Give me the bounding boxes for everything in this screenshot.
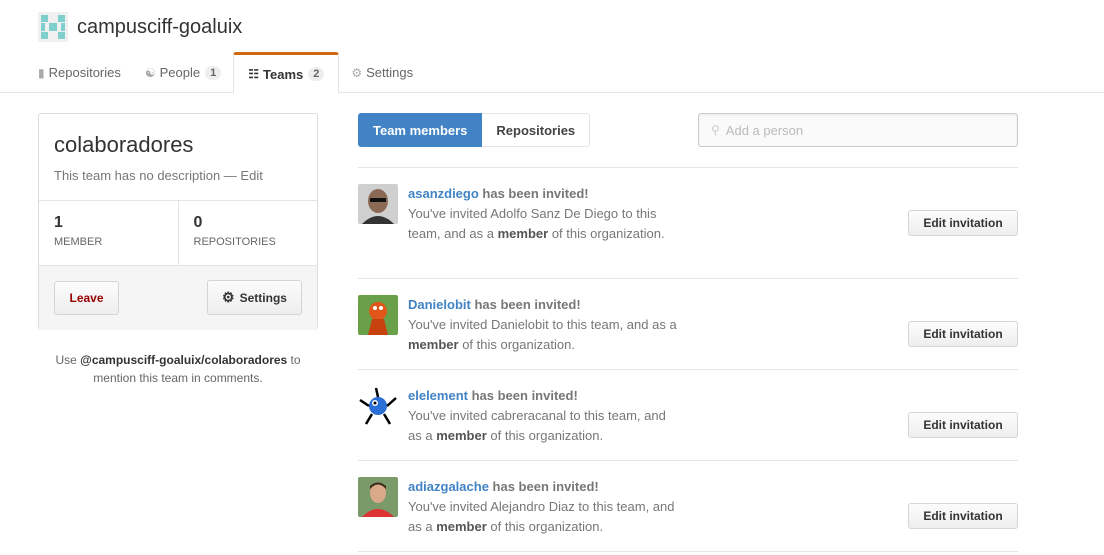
people-icon: ☯ [144, 65, 156, 80]
member-text: elelement has been invited! You've invit… [408, 386, 678, 446]
member-status: has been invited! [470, 297, 581, 312]
member-username[interactable]: adiazgalache [408, 479, 489, 494]
mention-prefix: Use [55, 353, 81, 367]
list-item: elelement has been invited! You've invit… [358, 370, 1018, 461]
member-detail: You've invited cabreracanal to this team… [408, 406, 678, 446]
gear-icon: ⚙ [222, 289, 235, 305]
member-detail: You've invited Danielobit to this team, … [408, 315, 678, 355]
avatar[interactable] [358, 295, 398, 335]
member-count: 1 [54, 214, 63, 231]
mention-handle: @campusciff-goaluix/colaboradores [80, 353, 288, 367]
member-detail: You've invited Adolfo Sanz De Diego to t… [408, 204, 678, 244]
teams-icon: ☷ [248, 67, 260, 81]
edit-invitation-button[interactable]: Edit invitation [908, 321, 1018, 347]
org-header: campusciff-goaluix ▮ Repositories ☯ Peop… [0, 0, 1104, 94]
mention-hint: Use @campusciff-goaluix/colaboradores to… [38, 351, 318, 387]
member-username[interactable]: elelement [408, 388, 468, 403]
edit-invitation-button[interactable]: Edit invitation [908, 412, 1018, 438]
member-detail: You've invited Alejandro Diaz to this te… [408, 497, 678, 537]
tab-label: Teams [263, 66, 304, 82]
gear-icon: ⚙ [351, 65, 363, 80]
member-username[interactable]: Danielobit [408, 297, 471, 312]
person-icon: ⚲ [711, 123, 720, 137]
team-stats: 1 MEMBER 0 REPOSITORIES [39, 200, 317, 266]
member-text: adiazgalache has been invited! You've in… [408, 477, 678, 537]
avatar[interactable] [358, 386, 398, 426]
member-role: member [436, 428, 487, 443]
member-stat[interactable]: 1 MEMBER [39, 201, 178, 265]
member-heading: asanzdiego has been invited! [408, 184, 678, 204]
repos-count: 0 [193, 214, 203, 231]
people-counter: 1 [205, 65, 222, 80]
tab-label: Settings [366, 65, 414, 80]
member-heading: adiazgalache has been invited! [408, 477, 678, 497]
list-item: adiazgalache has been invited! You've in… [358, 461, 1018, 552]
avatar[interactable] [358, 477, 398, 517]
tab-settings[interactable]: ⚙ Settings [339, 52, 425, 93]
member-role: member [497, 226, 549, 241]
member-list: asanzdiego has been invited! You've invi… [358, 167, 1018, 552]
member-heading: elelement has been invited! [408, 386, 678, 406]
add-person-field: ⚲ [698, 113, 1018, 147]
team-actions: Leave ⚙ Settings [39, 266, 317, 330]
add-person-input[interactable] [725, 122, 1006, 138]
list-item: Danielobit has been invited! You've invi… [358, 279, 1018, 370]
edit-invitation-button[interactable]: Edit invitation [908, 210, 1018, 236]
detail-text: of this organization. [486, 428, 604, 443]
detail-text: of this organization. [458, 337, 575, 352]
tab-label: People [159, 65, 201, 80]
tab-teams[interactable]: ☷ Teams 2 [233, 52, 340, 94]
detail-text: of this organization. [486, 519, 604, 534]
detail-text: You've invited Danielobit to this team, … [408, 317, 677, 332]
repo-icon: ▮ [38, 65, 45, 80]
team-settings-button[interactable]: ⚙ Settings [207, 280, 302, 315]
member-text: asanzdiego has been invited! You've invi… [408, 184, 678, 244]
team-name: colaboradores [54, 132, 194, 157]
team-members-tab[interactable]: Team members [358, 113, 483, 147]
tab-repositories[interactable]: ▮ Repositories [26, 52, 133, 93]
edit-invitation-button[interactable]: Edit invitation [908, 503, 1018, 529]
team-subnav: Team members Repositories [358, 113, 591, 147]
org-name[interactable]: campusciff-goaluix [77, 16, 242, 39]
org-tabs: ▮ Repositories ☯ People 1 ☷ Teams 2 ⚙ Se… [26, 52, 425, 94]
detail-text: of this organization. [548, 226, 665, 241]
member-text: Danielobit has been invited! You've invi… [408, 295, 678, 355]
leave-button[interactable]: Leave [54, 281, 119, 315]
member-heading: Danielobit has been invited! [408, 295, 678, 315]
team-description[interactable]: This team has no description — Edit [54, 168, 263, 183]
team-settings-label: Settings [239, 290, 287, 305]
teams-counter: 2 [308, 67, 325, 81]
member-username[interactable]: asanzdiego [408, 186, 479, 201]
identicon-icon[interactable] [38, 12, 68, 42]
avatar[interactable] [358, 184, 398, 224]
team-card: colaboradores This team has no descripti… [38, 113, 318, 330]
repos-label: REPOSITORIES [193, 236, 276, 248]
team-repositories-tab[interactable]: Repositories [482, 113, 591, 147]
member-role: member [436, 519, 487, 534]
tab-people[interactable]: ☯ People 1 [133, 52, 233, 93]
tab-label: Repositories [48, 65, 121, 80]
member-role: member [408, 337, 459, 352]
member-label: MEMBER [54, 236, 103, 248]
repos-stat[interactable]: 0 REPOSITORIES [177, 201, 318, 265]
member-status: has been invited! [478, 186, 589, 201]
member-status: has been invited! [467, 388, 578, 403]
list-item: asanzdiego has been invited! You've invi… [358, 168, 1018, 279]
member-status: has been invited! [488, 479, 599, 494]
